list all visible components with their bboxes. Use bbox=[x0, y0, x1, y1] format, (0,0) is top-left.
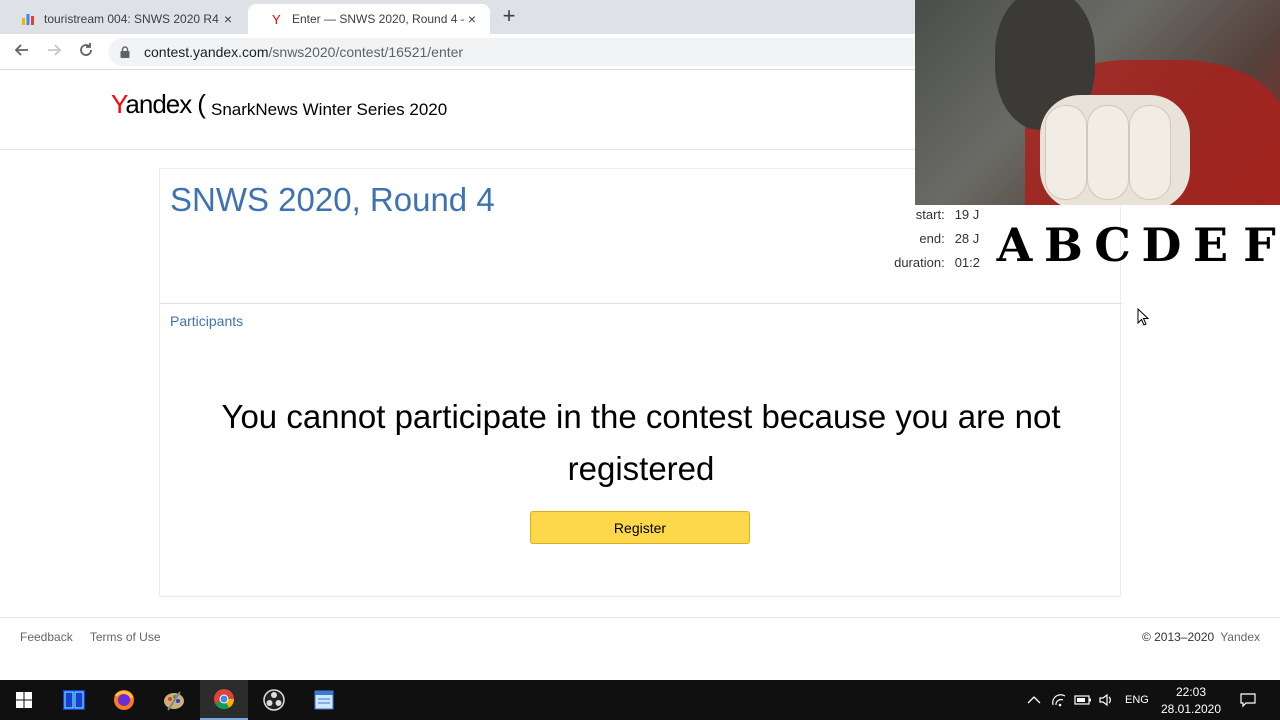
end-value: 28 J bbox=[954, 231, 980, 246]
lock-icon bbox=[120, 46, 134, 58]
tab-title: touristream 004: SNWS 2020 R4 bbox=[44, 12, 219, 26]
yandex-logo[interactable]: Yandex( bbox=[111, 89, 206, 120]
yandex-favicon-icon: Y bbox=[268, 11, 284, 27]
reload-icon[interactable] bbox=[75, 41, 97, 63]
url-path: /snws2020/contest/16521/enter bbox=[268, 44, 464, 60]
divider bbox=[160, 303, 1122, 304]
url-host: contest.yandex.com bbox=[144, 44, 269, 60]
volume-icon[interactable] bbox=[1098, 680, 1114, 720]
problem-letter: B bbox=[1044, 218, 1083, 272]
end-label: end: bbox=[919, 231, 945, 246]
problem-letters-overlay: A B C D E F bbox=[990, 218, 1280, 272]
page-footer: Feedback Terms of Use © 2013–2020 Yandex bbox=[0, 617, 1280, 680]
problem-letter: C bbox=[1094, 218, 1131, 272]
tab-touristream[interactable]: touristream 004: SNWS 2020 R4 × bbox=[0, 4, 246, 34]
webcam-finger bbox=[1087, 105, 1129, 200]
tray-chevron-icon[interactable] bbox=[1027, 680, 1041, 720]
firefox-icon[interactable] bbox=[100, 680, 148, 720]
logo-rest: andex bbox=[125, 89, 192, 119]
tab-title: Enter — SNWS 2020, Round 4 — bbox=[292, 12, 464, 26]
not-registered-message: You cannot participate in the contest be… bbox=[221, 398, 1061, 487]
paint-icon[interactable] bbox=[150, 680, 198, 720]
battery-icon[interactable] bbox=[1074, 680, 1092, 720]
duration-value: 01:2 bbox=[954, 255, 980, 270]
close-tab-icon[interactable]: × bbox=[464, 11, 480, 27]
language-indicator[interactable]: ENG bbox=[1125, 680, 1149, 720]
bar-chart-favicon-icon bbox=[20, 11, 36, 27]
contest-series-name[interactable]: SnarkNews Winter Series 2020 bbox=[211, 100, 447, 120]
page-title: SNWS 2020, Round 4 bbox=[170, 181, 495, 218]
far-manager-icon[interactable] bbox=[50, 680, 98, 720]
contest-card: SNWS 2020, Round 4 start: 19 J end: 28 J d… bbox=[159, 168, 1122, 597]
webcam-finger bbox=[1129, 105, 1171, 200]
notepad-icon[interactable] bbox=[300, 680, 348, 720]
start-value: 19 J bbox=[954, 207, 980, 222]
new-tab-button[interactable]: + bbox=[498, 5, 520, 28]
participants-link[interactable]: Participants bbox=[170, 313, 243, 329]
yandex-footer-link[interactable]: Yandex bbox=[1220, 630, 1260, 644]
svg-text:Y: Y bbox=[272, 12, 281, 27]
back-arrow-icon[interactable] bbox=[11, 41, 33, 63]
forward-arrow-icon[interactable] bbox=[43, 41, 65, 63]
obs-icon[interactable] bbox=[250, 680, 298, 720]
notifications-icon[interactable] bbox=[1239, 680, 1257, 720]
problem-letter: A bbox=[996, 218, 1033, 272]
copyright-text: © 2013–2020 bbox=[1141, 630, 1215, 644]
clock-time: 22:03 bbox=[1175, 685, 1207, 699]
chrome-icon[interactable] bbox=[200, 680, 248, 720]
wifi-icon[interactable] bbox=[1051, 680, 1067, 720]
webcam-finger bbox=[1045, 105, 1087, 200]
taskbar: ENG 22:03 28.01.2020 bbox=[0, 680, 1280, 720]
clock-date: 28.01.2020 bbox=[1160, 702, 1222, 716]
problem-letter: F bbox=[1243, 218, 1276, 272]
logo-suffix: ( bbox=[197, 89, 206, 119]
contest-times: start: 19 J end: 28 J duration: 01:2 bbox=[875, 207, 980, 279]
feedback-link[interactable]: Feedback bbox=[20, 630, 73, 644]
tab-contest-enter[interactable]: Y Enter — SNWS 2020, Round 4 — × bbox=[248, 4, 490, 34]
start-label: start: bbox=[915, 207, 945, 222]
register-button[interactable]: Register bbox=[530, 511, 750, 544]
close-tab-icon[interactable]: × bbox=[220, 11, 236, 27]
system-clock[interactable]: 22:03 28.01.2020 bbox=[1160, 684, 1222, 718]
terms-link[interactable]: Terms of Use bbox=[90, 630, 161, 644]
logo-y: Y bbox=[111, 89, 126, 119]
mouse-cursor-icon bbox=[1137, 307, 1150, 326]
windows-start-icon[interactable] bbox=[0, 680, 48, 720]
duration-label: duration: bbox=[894, 255, 945, 270]
webcam-overlay bbox=[915, 0, 1280, 205]
problem-letter: E bbox=[1192, 218, 1229, 272]
problem-letter: D bbox=[1141, 218, 1182, 272]
